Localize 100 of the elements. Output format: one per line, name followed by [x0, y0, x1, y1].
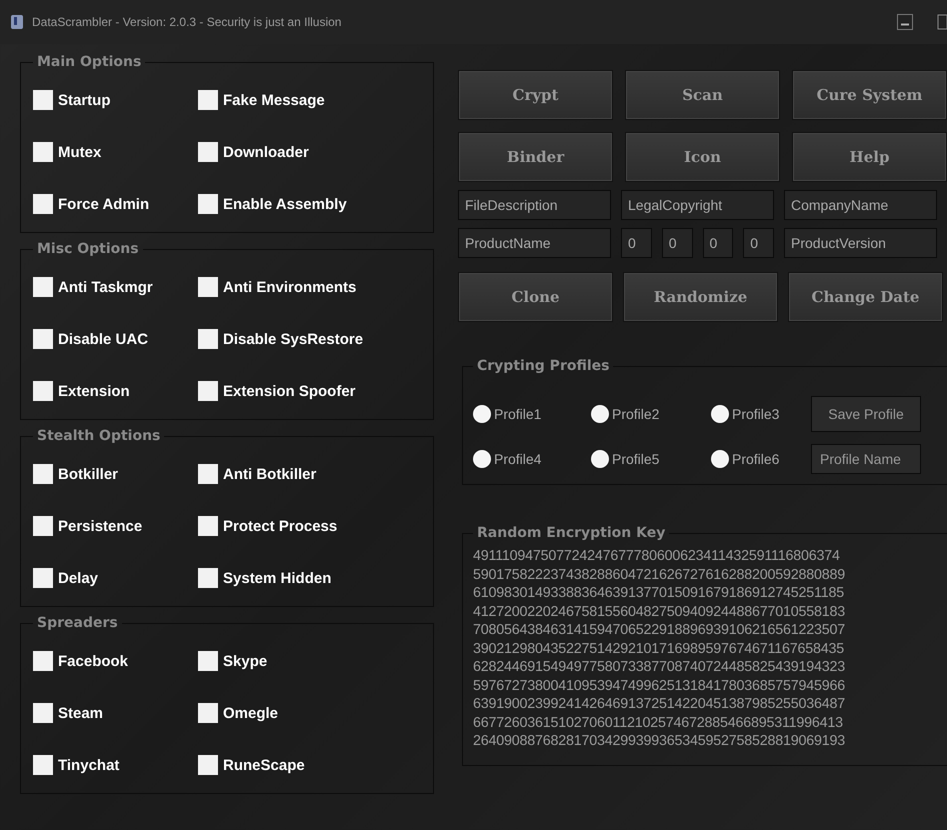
input-field[interactable]: ProductVersion — [784, 228, 937, 258]
checkbox[interactable] — [198, 90, 218, 110]
window-title: DataScrambler - Version: 2.0.3 - Security is just an Illusion — [32, 15, 342, 29]
action-button[interactable]: Crypt — [458, 70, 613, 120]
key-line: 390212980435227514292101716989597674671167658435 — [473, 640, 845, 658]
checkbox[interactable] — [33, 464, 53, 484]
action-button[interactable]: Help — [792, 132, 947, 182]
option-label: Skype — [223, 652, 268, 670]
option-label: RuneScape — [223, 756, 305, 774]
checkbox[interactable] — [33, 568, 53, 588]
option-label: Persistence — [58, 518, 142, 534]
option-label: Anti Environments — [223, 278, 356, 296]
action-button[interactable]: Scan — [625, 70, 780, 120]
profile-label: Profile6 — [732, 451, 780, 467]
option-label: Fake Message — [223, 92, 325, 108]
key-line: 708056438463141594706522918896939106216561223507 — [473, 621, 846, 640]
profile-label: Profile3 — [732, 406, 780, 422]
radio-button[interactable] — [473, 405, 491, 423]
save-profile-button[interactable]: Save Profile — [811, 396, 921, 432]
radio-button[interactable] — [473, 450, 491, 468]
version-field[interactable]: 0 — [702, 228, 734, 258]
key-line: 590175822237438288604721626727616288200592880889 — [473, 566, 846, 584]
checkbox[interactable] — [198, 277, 218, 297]
group-title: Spreaders — [36, 615, 119, 631]
option-label: Botkiller — [58, 466, 118, 482]
option-label: Omegle — [223, 704, 278, 722]
profile-label: Profile5 — [612, 451, 660, 467]
checkbox[interactable] — [198, 755, 218, 775]
version-field[interactable]: 0 — [621, 228, 652, 258]
checkbox[interactable] — [33, 277, 53, 297]
action-button[interactable]: Icon — [625, 132, 780, 182]
checkbox[interactable] — [198, 329, 218, 349]
checkbox[interactable] — [33, 329, 53, 349]
option-label: Anti Taskmgr — [58, 278, 153, 296]
option-label: System Hidden — [223, 570, 332, 586]
option-label: Anti Botkiller — [223, 466, 316, 482]
key-line: 628244691549497758073387708740724485825439194323 — [473, 658, 846, 676]
option-label: Protect Process — [223, 518, 338, 534]
checkbox[interactable] — [33, 516, 53, 536]
input-field[interactable]: FileDescription — [458, 190, 611, 220]
tool-button[interactable]: Randomize — [623, 272, 778, 322]
key-line: 639190023992414264691372514220451387985255036487 — [473, 695, 846, 714]
radio-button[interactable] — [591, 450, 609, 468]
option-label: Force Admin — [58, 196, 150, 212]
checkbox[interactable] — [33, 381, 53, 401]
option-label: Disable SysRestore — [223, 330, 364, 348]
option-label: Extension — [58, 382, 130, 400]
checkbox[interactable] — [198, 464, 218, 484]
checkbox[interactable] — [198, 142, 218, 162]
group-title: Crypting Profiles — [476, 358, 610, 374]
input-field[interactable]: ProductName — [458, 228, 611, 258]
checkbox[interactable] — [198, 381, 218, 401]
option-label: Extension Spoofer — [223, 382, 356, 400]
group-title: Main Options — [36, 54, 142, 70]
checkbox[interactable] — [33, 142, 53, 162]
option-label: Mutex — [58, 144, 102, 160]
key-line: 264090887682817034299399365345952758528819069193 — [473, 732, 846, 750]
checkbox[interactable] — [33, 194, 53, 214]
checkbox[interactable] — [198, 568, 218, 588]
profile-label: Profile1 — [494, 406, 542, 422]
group-title: Misc Options — [36, 241, 140, 257]
checkbox[interactable] — [33, 703, 53, 723]
checkbox[interactable] — [33, 651, 53, 671]
option-label: Downloader — [223, 144, 309, 160]
radio-button[interactable] — [711, 450, 729, 468]
key-line: 412720022024675815560482750940924488677010558183 — [473, 602, 846, 621]
option-label: Delay — [58, 570, 98, 586]
checkbox[interactable] — [33, 755, 53, 775]
action-button[interactable]: Binder — [458, 132, 613, 182]
checkbox[interactable] — [33, 90, 53, 110]
checkbox[interactable] — [198, 651, 218, 671]
key-line: 610983014933883646391377015091679186912745251185 — [473, 584, 845, 602]
checkbox[interactable] — [198, 194, 218, 214]
profile-label: Profile4 — [494, 451, 542, 467]
option-label: Disable UAC — [58, 330, 148, 348]
minimize-button[interactable] — [897, 14, 913, 30]
profile-name-field[interactable]: Profile Name — [811, 444, 921, 474]
version-field[interactable]: 0 — [662, 228, 692, 258]
close-icon[interactable] — [937, 14, 947, 30]
radio-button[interactable] — [591, 405, 609, 423]
group-title: Random Encryption Key — [476, 525, 666, 541]
app-icon — [10, 14, 24, 30]
option-label: Enable Assembly — [223, 196, 347, 212]
action-button[interactable]: Cure System — [792, 70, 947, 120]
option-label: Startup — [58, 92, 110, 108]
input-field[interactable]: CompanyName — [784, 190, 937, 220]
key-line: 491110947507724247677780600623411432591116806374 — [473, 547, 841, 566]
checkbox[interactable] — [198, 703, 218, 723]
key-line: 667726036151027060112102574672885466895311996413 — [473, 714, 844, 732]
radio-button[interactable] — [711, 405, 729, 423]
option-label: Tinychat — [58, 756, 120, 774]
tool-button[interactable]: Clone — [458, 272, 613, 322]
profile-label: Profile2 — [612, 406, 660, 422]
version-field[interactable]: 0 — [743, 228, 774, 258]
tool-button[interactable]: Change Date — [788, 272, 943, 322]
key-line: 597672738004109539474996251318417803685757945966 — [473, 676, 846, 695]
option-label: Facebook — [58, 652, 128, 670]
option-label: Steam — [58, 704, 104, 722]
checkbox[interactable] — [198, 516, 218, 536]
input-field[interactable]: LegalCopyright — [621, 190, 774, 220]
